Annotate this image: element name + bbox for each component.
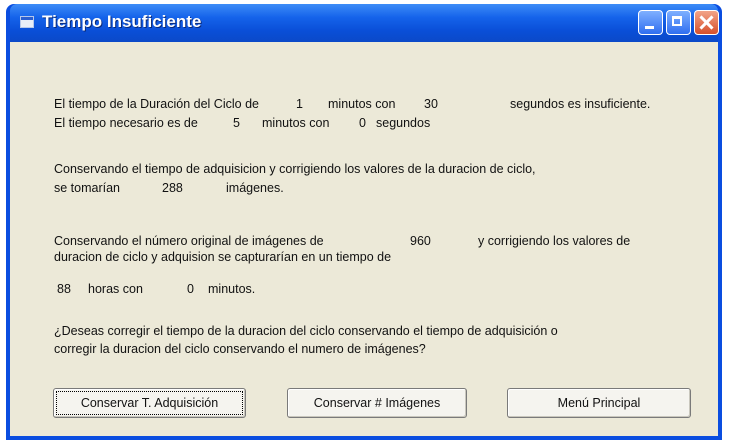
capture-minutes-value: 0 [187,282,194,296]
images-taken-label: se tomarían [54,181,121,195]
keep-images-button[interactable]: Conservar # Imágenes [287,388,467,418]
cycle-minutes-value: 1 [296,97,303,111]
cycle-seconds-value: 30 [424,97,438,111]
required-minutes-label: minutos con [262,116,330,130]
capture-hours-value: 88 [57,282,71,296]
capture-time-text: duracion de ciclo y adquision se captura… [54,250,392,264]
required-seconds-label: segundos [376,116,431,130]
dialog-window: Tiempo Insuficiente El tiempo de la Dura… [6,4,722,440]
insufficient-label: segundos es insuficiente. [510,97,651,111]
original-images-value: 960 [410,234,431,248]
close-icon[interactable] [694,10,719,35]
images-taken-value: 288 [162,181,183,195]
cycle-minutes-label: minutos con [328,97,396,111]
keep-acquisition-button[interactable]: Conservar T. Adquisición [53,388,246,418]
question-line-1: ¿Deseas corregir el tiempo de la duracio… [54,324,558,338]
capture-hours-label: horas con [88,282,143,296]
original-images-label: Conservando el número original de imágen… [54,234,324,248]
required-time-label: El tiempo necesario es de [54,116,198,130]
title-bar[interactable]: Tiempo Insuficiente [10,4,719,42]
capture-minutes-label: minutos. [208,282,256,296]
cycle-duration-label: El tiempo de la Duración del Ciclo de [54,97,259,111]
required-seconds-value: 0 [359,116,366,130]
dialog-content: El tiempo de la Duración del Ciclo de 1 … [10,42,718,436]
window-title: Tiempo Insuficiente [42,12,202,31]
minimize-icon[interactable] [638,10,663,35]
required-minutes-value: 5 [233,116,240,130]
question-line-2: corregir la duracion del ciclo conservan… [54,342,426,356]
images-taken-unit: imágenes. [226,181,284,195]
maximize-icon[interactable] [666,10,691,35]
main-menu-button[interactable]: Menú Principal [507,388,691,418]
correcting-values-label: y corrigiendo los valores de [478,234,631,248]
window-icon[interactable] [20,16,34,28]
keep-acquisition-text: Conservando el tiempo de adquisicion y c… [54,162,536,176]
